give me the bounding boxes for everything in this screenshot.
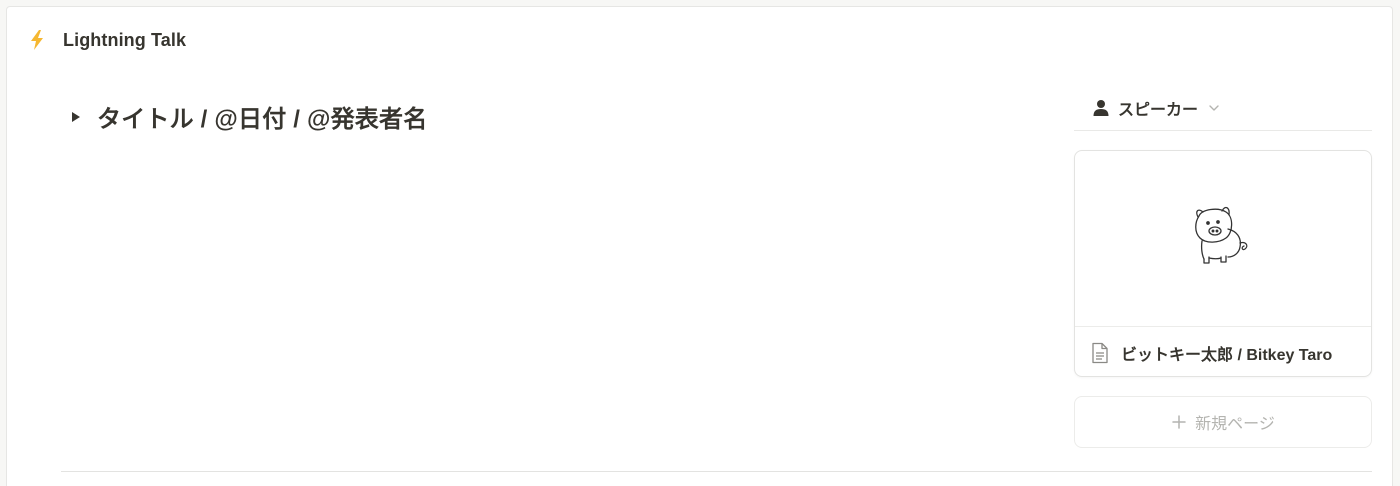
board-column: スピーカー ビットキー太郎 / Bitkey Taro 新規ページ: [1074, 85, 1372, 448]
board-card[interactable]: ビットキー太郎 / Bitkey Taro: [1074, 150, 1372, 377]
card-title: ビットキー太郎 / Bitkey Taro: [1121, 346, 1333, 364]
new-page-label: 新規ページ: [1195, 416, 1275, 433]
lightning-bolt-icon[interactable]: [27, 29, 47, 51]
person-icon: [1092, 99, 1110, 117]
divider: [61, 471, 1372, 472]
card-footer: ビットキー太郎 / Bitkey Taro: [1075, 327, 1371, 376]
toggle-heading-text[interactable]: タイトル / @日付 / @発表者名: [97, 99, 427, 134]
callout-header: Lightning Talk: [27, 29, 186, 51]
card-cover: [1075, 151, 1371, 327]
toggle-heading[interactable]: タイトル / @日付 / @発表者名: [69, 99, 427, 134]
chevron-down-icon[interactable]: [1208, 102, 1220, 114]
new-page-button[interactable]: 新規ページ: [1074, 396, 1372, 448]
group-property-header[interactable]: スピーカー: [1074, 85, 1372, 131]
group-property-label: スピーカー: [1118, 101, 1199, 119]
callout-title: Lightning Talk: [63, 29, 187, 50]
document-icon: [1091, 342, 1111, 364]
pig-doodle-image: [1188, 203, 1258, 274]
toggle-triangle-icon[interactable]: [69, 109, 83, 125]
plus-icon: [1171, 414, 1187, 430]
callout-block: Lightning Talk タイトル / @日付 / @発表者名 スピーカー: [6, 6, 1393, 486]
